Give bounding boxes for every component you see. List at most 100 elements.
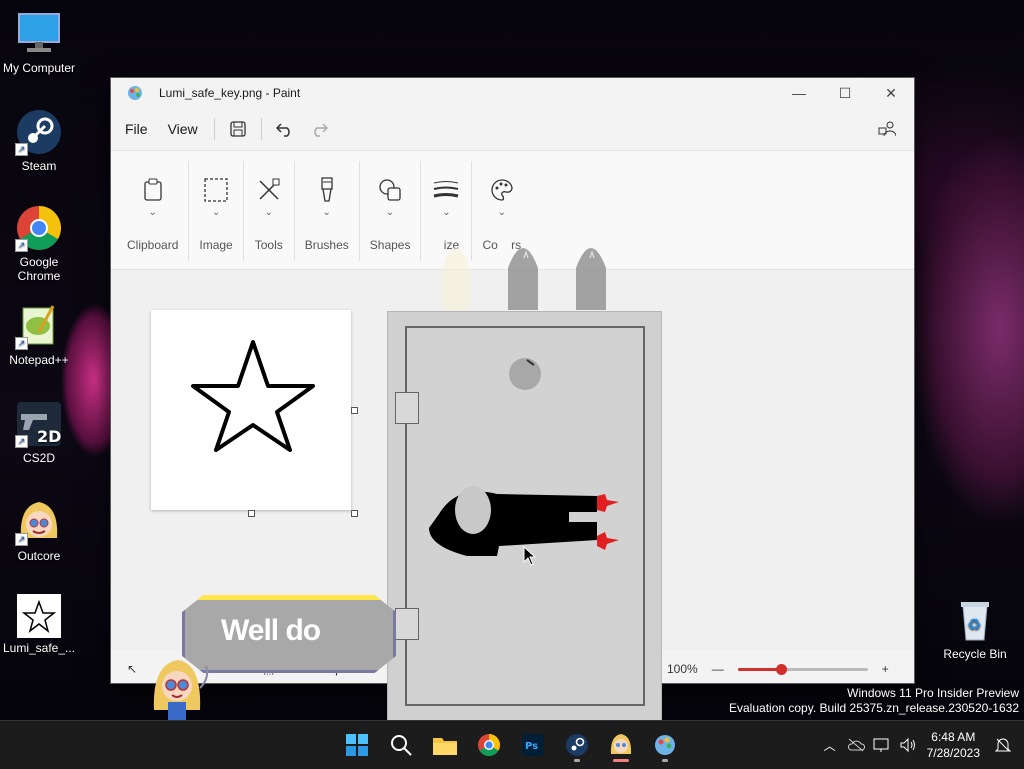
monitor-icon	[15, 10, 63, 58]
svg-text:♻: ♻	[967, 615, 981, 634]
desktop-icon-label: Steam	[21, 159, 57, 173]
steam-icon: ↗	[15, 108, 63, 156]
desktop-icon-label: Outcore	[17, 549, 61, 563]
divider	[260, 118, 262, 140]
chevron-down-icon: ⌄	[497, 207, 506, 218]
ribbon-group-clipboard[interactable]: ⌄ Clipboard	[117, 161, 190, 261]
start-button[interactable]	[340, 726, 374, 764]
desktop-icon-outcore[interactable]: ↗ Outcore	[1, 498, 77, 563]
desktop-icon-label: Notepad++	[9, 353, 69, 367]
ribbon-group-tools[interactable]: ⌄ Tools	[244, 161, 295, 261]
shortcut-arrow-icon: ↗	[15, 533, 28, 546]
minimize-icon: —	[792, 85, 806, 101]
desktop-icon-google-chrome[interactable]: ↗ Google Chrome	[1, 204, 77, 283]
resize-handle[interactable]	[351, 510, 358, 517]
tools-icon	[254, 175, 284, 205]
start-icon	[346, 734, 368, 756]
divider	[213, 118, 215, 140]
menu-bar: File View	[111, 108, 914, 150]
desktop-icon-label: CS2D	[22, 451, 55, 465]
ghost-figures	[442, 248, 606, 310]
recycle-bin-icon: ♻	[951, 596, 999, 644]
taskbar-paint[interactable]	[648, 726, 682, 764]
safe-door[interactable]	[405, 326, 645, 706]
ribbon-group-brushes[interactable]: ⌄ Brushes	[295, 161, 360, 261]
desktop-icon-notepad-plus-plus[interactable]: ↗ Notepad++	[1, 302, 77, 367]
resize-handle[interactable]	[351, 407, 358, 414]
svg-text:2D: 2D	[37, 427, 61, 446]
shortcut-arrow-icon: ↗	[15, 435, 28, 448]
zoom-slider[interactable]	[737, 663, 868, 675]
chevron-down-icon: ⌄	[264, 207, 273, 218]
safe[interactable]	[387, 311, 662, 722]
brush-icon	[312, 175, 342, 205]
taskbar-outcore[interactable]	[604, 726, 638, 764]
minimize-button[interactable]: —	[776, 78, 822, 108]
clipboard-icon	[138, 175, 168, 205]
save-button[interactable]	[221, 114, 255, 144]
taskbar: Ps ︿ 6:48 AM 7/28/2023	[0, 720, 1024, 769]
running-indicator	[574, 759, 580, 762]
watermark-line-2: Evaluation copy. Build 25375.zn_release.…	[729, 701, 1019, 715]
cloud-off-icon	[847, 738, 865, 752]
volume-tray[interactable]	[895, 737, 921, 753]
desktop-icon-my-computer[interactable]: My Computer	[1, 10, 77, 75]
network-tray[interactable]	[869, 737, 895, 753]
zoom-level-text: 100%	[667, 662, 698, 676]
safe-hinge	[395, 608, 419, 640]
ribbon-group-label: Clipboard	[127, 238, 179, 252]
ribbon-group-label: Image	[199, 238, 233, 252]
volume-icon	[900, 737, 915, 753]
clock-date: 7/28/2023	[926, 746, 980, 760]
windows-watermark: Windows 11 Pro Insider Preview Evaluatio…	[729, 686, 1019, 716]
show-hidden-icons-button[interactable]: ︿	[817, 737, 843, 754]
desktop-icon-lumi-safe-key[interactable]: Lumi_safe_...	[1, 594, 77, 655]
ribbon-group-image[interactable]: ⌄ Image	[189, 161, 244, 261]
taskbar-chrome[interactable]	[472, 726, 506, 764]
undo-button[interactable]	[268, 114, 302, 144]
cursor-position-icon: ↖	[127, 662, 138, 676]
window-title: Lumi_safe_key.png - Paint	[159, 86, 301, 100]
taskbar-clock[interactable]: 6:48 AM 7/28/2023	[927, 729, 980, 761]
notifications-button[interactable]	[990, 736, 1016, 754]
ribbon-group-label: Brushes	[304, 238, 349, 252]
taskbar-file-explorer[interactable]	[428, 726, 462, 764]
chevron-down-icon: ⌄	[322, 207, 331, 218]
desktop-icon-cs2d[interactable]: 2D ↗ CS2D	[1, 400, 77, 465]
zoom-slider-thumb[interactable]	[775, 663, 787, 675]
outcore-icon: ↗	[15, 498, 63, 546]
notification-icon	[994, 738, 1012, 752]
taskbar-photoshop[interactable]: Ps	[516, 726, 550, 764]
safe-dial[interactable]	[507, 356, 543, 392]
running-indicator	[662, 759, 668, 762]
desktop-icon-recycle-bin[interactable]: ♻ Recycle Bin	[937, 596, 1013, 661]
steam-icon	[566, 734, 588, 756]
menu-view[interactable]: View	[158, 115, 208, 143]
chrome-icon: ↗	[15, 204, 63, 252]
account-button[interactable]	[870, 114, 904, 144]
close-button[interactable]: ✕	[868, 78, 914, 108]
ribbon-group-shapes[interactable]: ⌄ Shapes	[360, 161, 422, 261]
redo-button[interactable]	[302, 114, 336, 144]
chevron-down-icon: ⌄	[211, 207, 221, 218]
drawing-canvas[interactable]	[151, 310, 358, 517]
shortcut-arrow-icon: ↗	[15, 337, 28, 350]
svg-text:Ps: Ps	[525, 741, 538, 752]
chevron-up-icon: ︿	[823, 738, 836, 753]
maximize-button[interactable]: ☐	[822, 78, 868, 108]
paint-icon	[655, 735, 675, 755]
zoom-out-button[interactable]: —	[712, 662, 724, 676]
desktop-icon-steam[interactable]: ↗ Steam	[1, 108, 77, 173]
taskbar-search-button[interactable]	[384, 726, 418, 764]
menu-file[interactable]: File	[115, 115, 158, 143]
zoom-in-button[interactable]: +	[882, 662, 889, 676]
zoom-control: 100% — +	[667, 662, 889, 676]
onedrive-tray[interactable]	[843, 738, 869, 752]
speech-bubble-text: Well do	[221, 614, 321, 647]
resize-handle[interactable]	[248, 510, 255, 517]
star-file-icon	[17, 594, 61, 638]
clock-time: 6:48 AM	[931, 730, 976, 744]
taskbar-steam[interactable]	[560, 726, 594, 764]
ribbon-group-label: Tools	[254, 238, 283, 252]
title-bar[interactable]: Lumi_safe_key.png - Paint — ☐ ✕	[111, 78, 914, 108]
